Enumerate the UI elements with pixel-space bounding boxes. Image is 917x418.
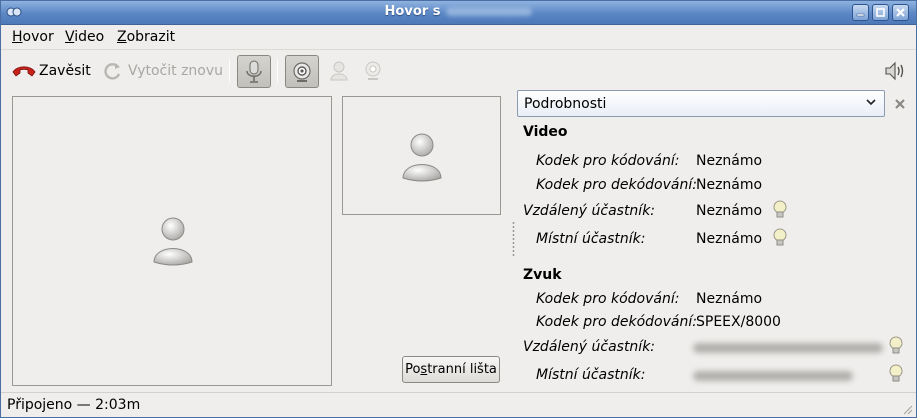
local-avatar-icon	[402, 133, 442, 182]
video-remote-label: Vzdálený účastník:	[523, 203, 656, 219]
pane-resize-grip[interactable]	[512, 221, 515, 257]
audio-section-heading: Zvuk	[523, 267, 562, 283]
video-decoder-value: Neznámo	[696, 177, 763, 193]
video-encoder-label: Kodek pro kódování:	[536, 153, 680, 169]
video-decoder-label: Kodek pro dekódování:	[536, 177, 697, 193]
microphone-icon	[246, 60, 262, 83]
video-local-value: Neznámo	[696, 231, 763, 247]
menu-video-mnemonic: V	[65, 29, 75, 45]
toolbar: Zavěsit Vytočit znovu	[1, 49, 916, 91]
title-bar: Hovor s	[1, 1, 916, 25]
menu-video[interactable]: Video	[65, 28, 104, 46]
video-encoder-value: Neznámo	[696, 153, 763, 169]
audio-encoder-label: Kodek pro kódování:	[536, 291, 680, 307]
phone-hangup-icon	[12, 65, 36, 77]
close-window-button[interactable]	[892, 4, 909, 21]
webcam-icon	[293, 61, 311, 82]
hangup-label: Zavěsit	[39, 62, 91, 79]
webcam-off-icon	[365, 61, 381, 80]
menu-zobrazit-label: obrazit	[126, 29, 176, 45]
toolbar-separator	[229, 59, 230, 83]
camera-toggle[interactable]	[285, 55, 319, 88]
chevron-down-icon	[866, 99, 876, 106]
lightbulb-icon	[889, 336, 903, 354]
audio-remote-value-redacted	[693, 343, 883, 353]
minimize-button[interactable]	[852, 4, 869, 21]
minimize-icon	[856, 13, 865, 17]
redial-label: Vytočit znovu	[128, 62, 224, 79]
menu-hovor-label: ovor	[22, 29, 54, 45]
speaker-icon	[885, 61, 904, 80]
window-title-text: Hovor s	[384, 4, 441, 19]
maximize-button[interactable]	[872, 4, 889, 21]
menu-hovor[interactable]: Hovor	[12, 28, 54, 46]
video-remote-value: Neznámo	[696, 203, 763, 219]
local-video-pane	[342, 96, 501, 215]
redial-icon	[104, 62, 121, 80]
status-text: Připojeno — 2:03m	[7, 397, 141, 413]
remote-video-pane	[12, 96, 332, 386]
lightbulb-icon	[889, 364, 903, 382]
user-video-icon	[330, 61, 348, 80]
menu-zobrazit-mnemonic: Z	[117, 29, 127, 45]
resize-grip-icon[interactable]	[901, 403, 913, 415]
remote-avatar-icon	[153, 217, 193, 266]
menu-hovor-mnemonic: H	[12, 29, 23, 45]
audio-decoder-value: SPEEX/8000	[696, 314, 781, 330]
lightbulb-icon	[773, 200, 787, 218]
lightbulb-icon	[773, 228, 787, 246]
camera-preview-button[interactable]	[363, 55, 383, 86]
redacted-contact-name	[446, 7, 533, 16]
video-section-heading: Video	[523, 124, 568, 140]
toolbar-separator	[277, 59, 278, 83]
close-icon	[896, 8, 905, 17]
maximize-icon	[876, 8, 885, 17]
status-bar: Připojeno — 2:03m	[1, 392, 916, 417]
send-video-button[interactable]	[329, 55, 349, 86]
details-dropdown-value: Podrobnosti	[524, 96, 607, 112]
menu-bar: Hovor Video Zobrazit	[1, 25, 916, 49]
microphone-toggle[interactable]	[237, 55, 271, 88]
audio-local-label: Místní účastník:	[536, 367, 646, 383]
redial-button[interactable]: Vytočit znovu	[103, 55, 223, 86]
menu-video-label: ideo	[74, 29, 105, 45]
audio-remote-label: Vzdálený účastník:	[523, 339, 656, 355]
menu-zobrazit[interactable]: Zobrazit	[117, 28, 175, 46]
audio-decoder-label: Kodek pro dekódování:	[536, 314, 697, 330]
call-window: Hovor s Hovor Video Zobrazit Zavěsit Vyt…	[0, 0, 917, 418]
sidebar-toggle-button[interactable]: Postranní lišta	[402, 356, 500, 383]
audio-encoder-value: Neznámo	[696, 291, 763, 307]
hangup-button[interactable]: Zavěsit	[11, 55, 91, 86]
audio-local-value-redacted	[693, 371, 853, 381]
sidebar-button-label-end: tranní lišta	[427, 362, 497, 377]
details-dropdown[interactable]: Podrobnosti	[517, 90, 885, 117]
window-title: Hovor s	[1, 4, 916, 19]
volume-button[interactable]	[883, 55, 907, 86]
close-sidebar-icon[interactable]	[894, 98, 906, 110]
sidebar-button-label-start: Po	[405, 362, 421, 377]
video-local-label: Místní účastník:	[536, 231, 646, 247]
